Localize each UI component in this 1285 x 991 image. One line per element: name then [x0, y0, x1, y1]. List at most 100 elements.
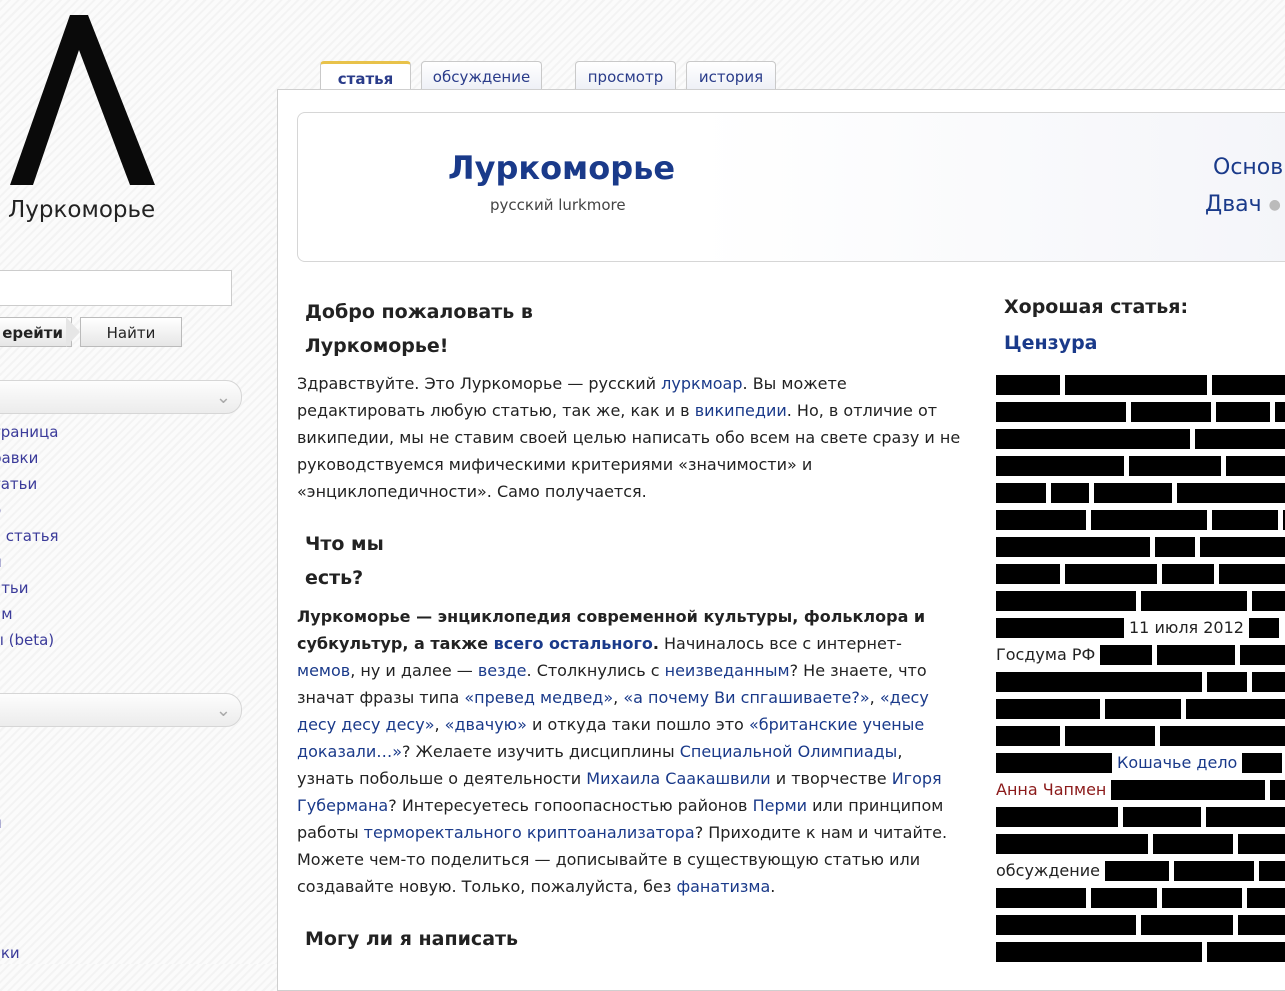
redaction-bar	[996, 671, 1202, 692]
redaction-bar	[1153, 833, 1233, 854]
tab-view[interactable]: просмотр	[575, 61, 676, 89]
link-everything-else[interactable]: всего остального	[494, 634, 653, 653]
intro-paragraph: Здравствуйте. Это Луркоморье — русский л…	[297, 374, 961, 501]
chevron-down-icon: ⌄	[215, 700, 231, 721]
link-thermorectal[interactable]: терморектального криптоанализатора	[364, 823, 695, 842]
redaction-bar	[996, 563, 1060, 584]
sidebar-item[interactable]: о	[0, 500, 59, 526]
link-special-olympics[interactable]: Специальной Олимпиады	[680, 742, 898, 761]
redaction-bar	[1248, 617, 1279, 638]
redaction-bar	[1238, 914, 1285, 935]
censored-line	[996, 698, 1285, 725]
sidebar-item[interactable]: траница	[0, 422, 59, 448]
censored-line	[996, 806, 1285, 833]
redaction-bar	[1252, 590, 1285, 611]
navigation-portlet-toggle[interactable]: ⌄	[0, 380, 242, 414]
redaction-bar	[1065, 563, 1157, 584]
find-button[interactable]: Найти	[80, 317, 182, 347]
banner-title: Луркоморье	[448, 149, 676, 187]
redaction-bar	[1212, 509, 1278, 530]
redaction-bar	[1212, 374, 1285, 395]
link-dvachuyu[interactable]: «двачую»	[445, 715, 527, 734]
redaction-bar	[1105, 698, 1181, 719]
logo-text: Луркоморье	[8, 197, 156, 223]
redaction-bar	[1157, 644, 1236, 665]
link-fanatism[interactable]: фанатизма	[676, 877, 770, 896]
redaction-bar	[1186, 698, 1285, 719]
redaction-bar	[996, 401, 1126, 422]
can-i-write-heading: Могу ли я написать	[305, 928, 519, 950]
redaction-bar	[1206, 806, 1285, 827]
sidebar-item[interactable]: я статья	[0, 526, 59, 552]
redaction-bar	[1111, 779, 1266, 800]
banner-subtitle: русский lurkmore	[490, 196, 626, 214]
sidebar-item[interactable]: ы (beta)	[0, 630, 59, 656]
link-lurkmoar[interactable]: луркмоар	[661, 374, 742, 393]
censored-line	[996, 914, 1285, 941]
censored-line	[996, 887, 1285, 914]
redaction-bar	[996, 455, 1124, 476]
censored-line: 11 июля 2012	[996, 617, 1285, 644]
sidebar-item[interactable]: вки	[0, 944, 20, 962]
censored-text-block: 11 июля 2012 Госдума РФ Кошачье дело Анн…	[996, 374, 1285, 968]
redaction-bar	[1270, 779, 1285, 800]
sidebar-item[interactable]: и	[0, 552, 59, 578]
sidebar-item[interactable]: равки	[0, 448, 59, 474]
link-wikipedia[interactable]: википедии	[695, 401, 787, 420]
banner-link-main[interactable]: Основ	[1213, 155, 1283, 180]
censor-date: 11 июля 2012	[1129, 618, 1244, 637]
link-pochemu[interactable]: «а почему Ви спгашиваете?»	[623, 688, 869, 707]
redaction-bar	[996, 698, 1100, 719]
link-perm[interactable]: Перми	[753, 796, 808, 815]
redaction-bar	[1195, 428, 1285, 449]
link-unknown[interactable]: неизведанным	[665, 661, 790, 680]
lambda-logo-icon	[10, 15, 155, 185]
link-memes[interactable]: мемов	[297, 661, 350, 680]
redaction-bar	[1226, 455, 1285, 476]
link-everywhere[interactable]: везде	[478, 661, 527, 680]
sidebar-item[interactable]: татьи	[0, 474, 59, 500]
site-logo[interactable]: Луркоморье	[0, 0, 276, 240]
redaction-bar	[1104, 860, 1169, 881]
tab-discussion[interactable]: обсуждение	[421, 61, 542, 89]
sidebar-item[interactable]: и	[0, 814, 2, 832]
go-button-arrow	[66, 317, 80, 347]
redaction-bar	[1216, 401, 1270, 422]
go-button[interactable]: ерейти	[0, 317, 72, 347]
sidebar-item[interactable]: атьи	[0, 578, 59, 604]
redaction-bar	[1177, 482, 1285, 503]
redaction-bar	[1219, 563, 1285, 584]
redaction-bar	[1141, 914, 1233, 935]
redaction-bar	[1131, 401, 1211, 422]
redaction-bar	[1155, 536, 1195, 557]
tools-portlet-toggle[interactable]: ⌄	[0, 693, 242, 727]
redaction-bar	[1162, 563, 1214, 584]
redaction-bar	[996, 752, 1112, 773]
link-anna-chapman[interactable]: Анна Чапмен	[996, 780, 1106, 799]
tab-article[interactable]: статья	[320, 61, 411, 89]
redaction-bar	[996, 509, 1086, 530]
good-article-heading: Хорошая статья:	[1004, 296, 1189, 318]
link-cat-case[interactable]: Кошачье дело	[1117, 753, 1237, 772]
censored-line	[996, 455, 1285, 482]
sidebar-item[interactable]: ам	[0, 604, 59, 630]
link-preved[interactable]: «превед медвед»	[464, 688, 613, 707]
redaction-bar	[1207, 671, 1247, 692]
good-article-link[interactable]: Цензура	[1004, 332, 1098, 354]
search-input[interactable]	[0, 270, 232, 306]
redaction-bar	[996, 914, 1136, 935]
redaction-bar	[996, 725, 1060, 746]
censored-line: Госдума РФ	[996, 644, 1285, 671]
about-paragraph: Луркоморье — энциклопедия современной ку…	[297, 607, 948, 896]
welcome-heading: Добро пожаловать в Луркоморье!	[305, 301, 533, 357]
redaction-bar	[1275, 401, 1285, 422]
redaction-bar	[996, 590, 1136, 611]
banner-link-dvach[interactable]: Двач	[1205, 192, 1262, 217]
redaction-bar	[1123, 806, 1201, 827]
redaction-bar	[1247, 887, 1285, 908]
redaction-bar	[1240, 644, 1285, 665]
tab-history[interactable]: история	[686, 61, 776, 89]
link-saakashvili[interactable]: Михаила Саакашвили	[586, 769, 770, 788]
censored-line	[996, 428, 1285, 455]
redaction-bar	[1065, 725, 1155, 746]
